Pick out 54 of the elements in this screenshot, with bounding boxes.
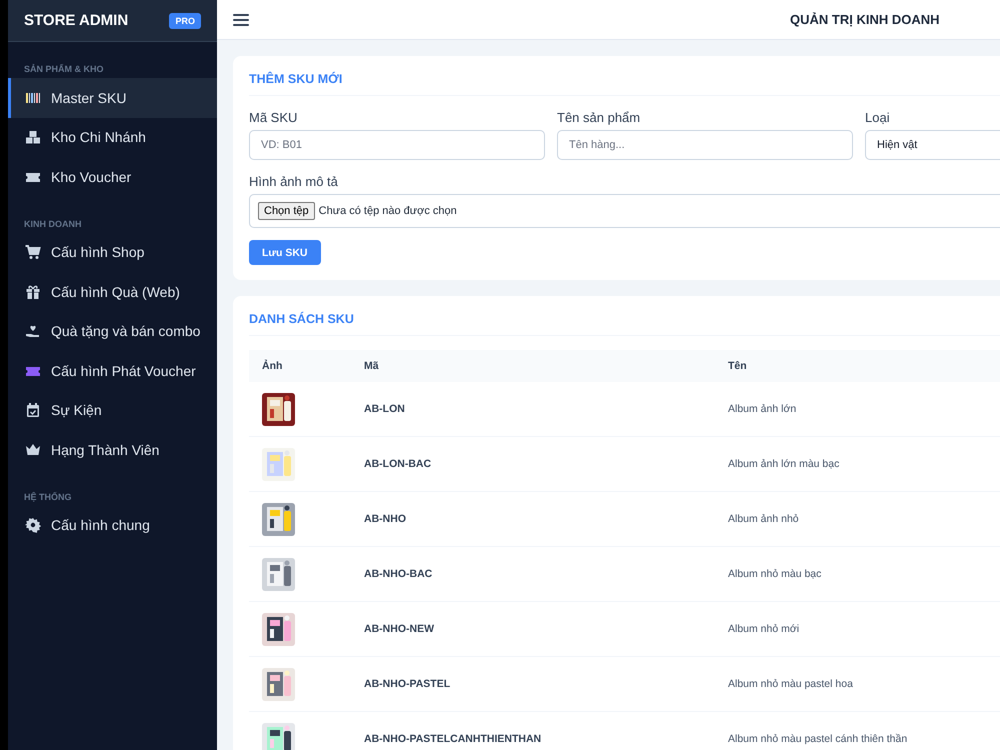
card-title: THÊM SKU MỚI xyxy=(249,70,1000,96)
calendar-check-icon xyxy=(25,402,41,418)
product-name-cell: Album nhỏ màu pastel hoa xyxy=(715,656,1000,712)
sidebar-item[interactable]: Kho Voucher xyxy=(8,157,217,196)
field-label: Hình ảnh mô tả xyxy=(249,174,339,189)
sku-code-cell: AB-NHO-NEW xyxy=(351,602,715,656)
hand-heart-icon xyxy=(25,323,41,340)
sidebar-item[interactable]: Cấu hình chung xyxy=(8,506,217,545)
product-name-cell: Album ảnh lớn xyxy=(715,382,1000,436)
sidebar-item[interactable]: Cấu hình Shop xyxy=(8,232,217,272)
sidebar-item[interactable]: Kho Chi Nhánh xyxy=(8,118,217,157)
field-label: Loại xyxy=(865,110,891,125)
cart-icon xyxy=(25,244,41,260)
file-status-text: Chưa có tệp nào được chọn xyxy=(318,205,457,217)
column-header: Mã xyxy=(351,350,715,382)
file-field[interactable]: Chọn tệp Chưa có tệp nào được chọn xyxy=(249,194,1000,228)
section-label: KINH DOANH xyxy=(23,218,82,230)
product-name-cell: Album ảnh lớn màu bạc xyxy=(715,436,1000,492)
gift-icon xyxy=(25,284,41,300)
sidebar-item[interactable]: Quà tặng và bán combo xyxy=(8,312,217,351)
crown-icon xyxy=(25,442,41,458)
sku-code-cell: AB-NHO-BAC xyxy=(351,546,715,602)
product-name-cell: Album nhỏ màu bạc xyxy=(715,546,1000,602)
brand-name: STORE ADMIN xyxy=(24,12,128,29)
sku-code-cell: AB-NHO xyxy=(351,492,715,546)
card-title: DANH SÁCH SKU xyxy=(249,310,1000,336)
sidebar-item[interactable]: Cấu hình Quà (Web) xyxy=(8,272,217,312)
sidebar-item[interactable]: Sự Kiện xyxy=(8,390,217,430)
sidebar-item[interactable]: Hạng Thành Viên xyxy=(8,430,217,470)
column-header: Tên xyxy=(715,350,1000,382)
column-header: Ảnh xyxy=(249,350,351,382)
sku-code-cell: AB-NHO-PASTEL xyxy=(351,656,715,712)
sidebar-item[interactable]: Cấu hình Phát Voucher xyxy=(8,351,217,390)
product-name-cell: Album nhỏ màu pastel cánh thiên thần xyxy=(715,712,1000,750)
boxes-icon xyxy=(25,129,41,146)
sku-code-cell: AB-NHO-PASTELCANHTHIENTHAN xyxy=(351,712,715,750)
section-label: HỆ THỐNG xyxy=(23,490,73,504)
sku-code-cell: AB-LON xyxy=(351,382,715,436)
field-label: Mã SKU xyxy=(249,110,298,125)
input-field[interactable]: Tên hàng... xyxy=(557,130,853,160)
choose-file-button[interactable]: Chọn tệp xyxy=(258,202,315,220)
menu-icon[interactable] xyxy=(233,12,249,26)
section-label: SẢN PHẨM & KHO xyxy=(23,63,105,76)
sku-code-cell: AB-LON-BAC xyxy=(351,436,715,492)
page-title: QUẢN TRỊ KINH DOANH xyxy=(790,12,940,27)
select-field[interactable]: Hiện vật xyxy=(865,130,1000,160)
gear-icon xyxy=(25,517,41,534)
input-field[interactable]: VD: B01 xyxy=(249,130,545,160)
product-name-cell: Album nhỏ mới xyxy=(715,602,1000,656)
field-label: Tên sản phẩm xyxy=(557,110,642,125)
save-button[interactable]: Lưu SKU xyxy=(249,240,321,265)
pro-badge: PRO xyxy=(169,12,201,28)
sidebar-item[interactable]: Master SKU xyxy=(8,78,217,118)
product-name-cell: Album ảnh nhỏ xyxy=(715,492,1000,546)
